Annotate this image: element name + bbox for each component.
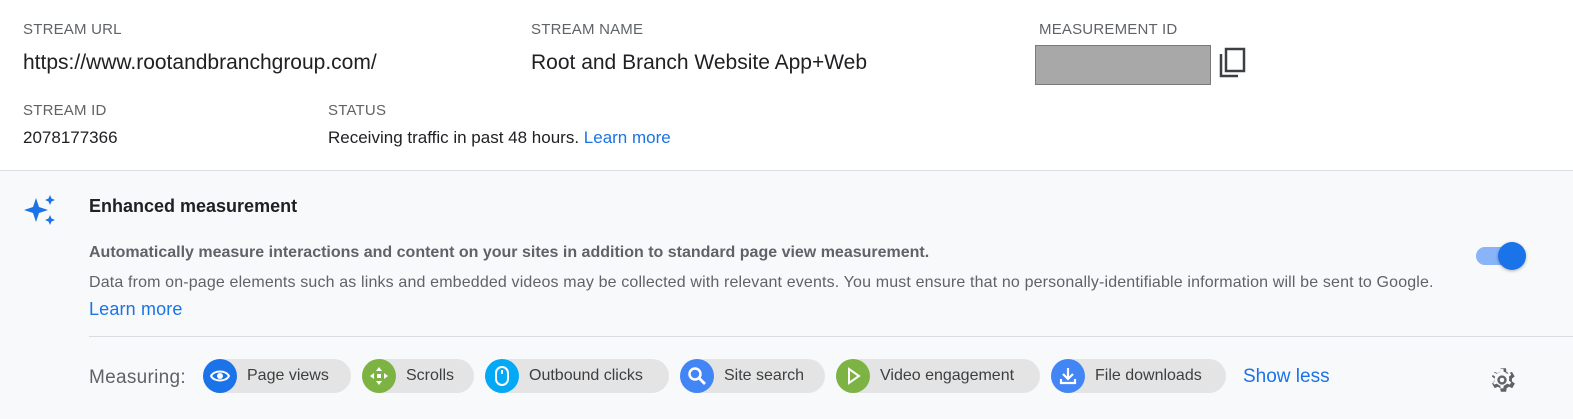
status-label: STATUS (328, 102, 387, 119)
stream-id-label: STREAM ID (23, 102, 107, 119)
measuring-label: Measuring: (89, 367, 186, 388)
toggle-knob (1498, 242, 1526, 270)
enhanced-learn-more-link[interactable]: Learn more (89, 299, 183, 319)
stream-url-value: https://www.rootandbranchgroup.com/ (23, 51, 377, 74)
download-icon (1051, 359, 1085, 393)
stream-url-label: STREAM URL (23, 21, 122, 38)
enhanced-measurement-toggle[interactable] (1474, 241, 1528, 271)
enhanced-measurement-summary: Automatically measure interactions and c… (89, 244, 930, 261)
show-less-link[interactable]: Show less (1243, 366, 1330, 388)
status-learn-more-link[interactable]: Learn more (584, 128, 671, 147)
status-text: Receiving traffic in past 48 hours. Lear… (328, 128, 671, 148)
stream-details-panel: STREAM URL https://www.rootandbranchgrou… (0, 0, 1573, 171)
chip-scrolls: Scrolls (362, 359, 474, 393)
chip-video-engagement: Video engagement (836, 359, 1040, 393)
enhanced-measurement-title: Enhanced measurement (89, 196, 298, 216)
mouse-icon (485, 359, 519, 393)
eye-icon (203, 359, 237, 393)
chip-label: Page views (247, 367, 329, 384)
chip-label: Site search (724, 367, 805, 384)
status-message: Receiving traffic in past 48 hours. (328, 128, 580, 147)
measurement-id-label: MEASUREMENT ID (1039, 21, 1178, 38)
play-icon (836, 359, 870, 393)
enhanced-measurement-description: Data from on-page elements such as links… (89, 269, 1449, 324)
chip-outbound-clicks: Outbound clicks (485, 359, 669, 393)
search-icon (680, 359, 714, 393)
copy-icon[interactable] (1216, 46, 1248, 80)
chip-page-views: Page views (203, 359, 351, 393)
scroll-arrows-icon (362, 359, 396, 393)
stream-name-label: STREAM NAME (531, 21, 644, 38)
chip-file-downloads: File downloads (1051, 359, 1226, 393)
chip-label: Outbound clicks (529, 367, 643, 384)
stream-name-value: Root and Branch Website App+Web (531, 51, 868, 74)
chip-label: Scrolls (406, 367, 455, 384)
chip-label: File downloads (1095, 367, 1202, 384)
measurement-id-redacted (1035, 45, 1211, 85)
chip-label: Video engagement (880, 367, 1015, 384)
enhanced-measurement-disclaimer: Data from on-page elements such as links… (89, 274, 1434, 291)
stream-id-value: 2078177366 (23, 128, 118, 147)
gear-icon[interactable] (1486, 364, 1518, 396)
section-divider (89, 336, 1573, 337)
sparkle-icon (22, 193, 58, 227)
chip-site-search: Site search (680, 359, 825, 393)
